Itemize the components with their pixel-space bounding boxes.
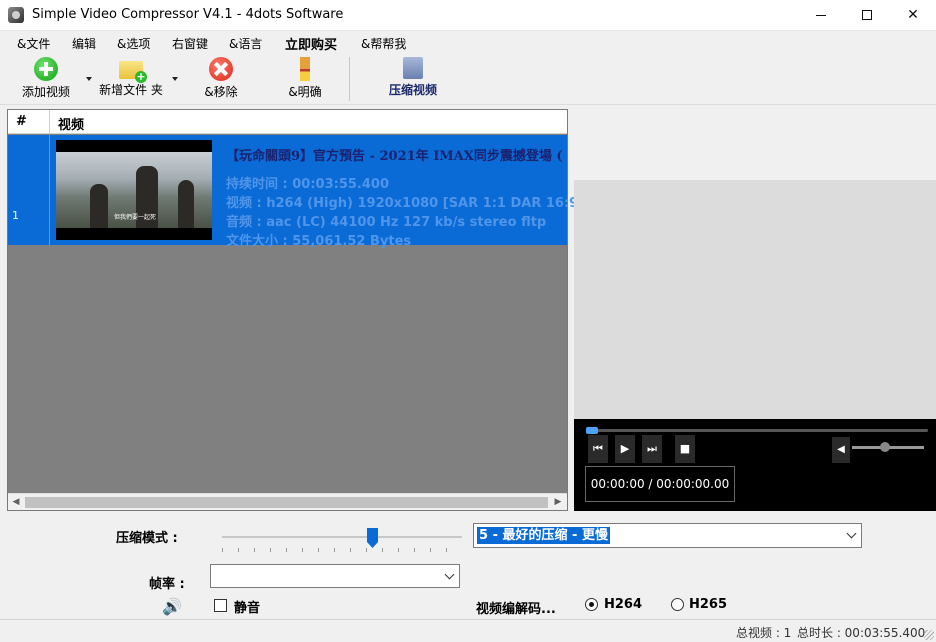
frame-rate-label: 帧率 : — [149, 577, 185, 592]
previous-button[interactable]: ⏮ — [588, 435, 608, 463]
toolbar-separator — [349, 57, 350, 101]
remove-icon — [209, 57, 233, 81]
thumbnail-figure — [178, 180, 194, 228]
add-icon — [34, 57, 58, 81]
frame-rate-select[interactable] — [210, 564, 460, 588]
add-video-dropdown-icon[interactable] — [86, 77, 92, 81]
window-title: Simple Video Compressor V4.1 - 4dots Sof… — [32, 7, 344, 22]
volume-button[interactable]: ◀ — [832, 437, 850, 463]
scroll-right-icon[interactable]: ▶ — [553, 497, 563, 507]
list-header: # 视频 — [8, 110, 567, 134]
thumbnail-subtitle: 但我們要一起死 — [114, 214, 157, 221]
compress-icon — [403, 57, 423, 79]
scrollbar-thumb[interactable] — [25, 497, 548, 508]
file-size: 文件大小 : 55,061.52 Bytes — [226, 234, 412, 249]
maximize-button[interactable] — [844, 0, 890, 30]
compression-slider[interactable] — [222, 536, 462, 538]
menu-bar: &文件 编辑 &选项 右窗键 &语言 立即购买 &帮帮我 — [0, 31, 936, 53]
menu-buy-now[interactable]: 立即购买 — [285, 34, 337, 53]
chevron-down-icon — [846, 528, 857, 539]
video-list[interactable]: # 视频 1 但我們要一起死 【玩命關頭9】官方預告 - 2021年 IMAX同… — [7, 109, 625, 511]
stop-button[interactable]: ■ — [675, 435, 695, 463]
column-video[interactable]: 视频 — [58, 114, 84, 133]
audio-stream-info: 音频 : aac (LC) 44100 Hz 127 kb/s stereo f… — [226, 215, 547, 230]
compression-mode-select[interactable]: 5 - 最好的压缩 - 更慢 — [473, 523, 862, 548]
codec-h265-label[interactable]: H265 — [689, 597, 727, 612]
maximize-icon — [862, 10, 872, 20]
speaker-icon: 🔊 — [162, 597, 182, 616]
skip-back-icon: ⏮ — [593, 442, 603, 455]
video-codec-label: 视频编解码... — [476, 602, 556, 617]
codec-h264-label[interactable]: H264 — [604, 597, 642, 612]
close-button[interactable]: ✕ — [890, 0, 936, 30]
horizontal-scrollbar[interactable]: ◀ ▶ — [8, 493, 567, 510]
compression-mode-value: 5 - 最好的压缩 - 更慢 — [477, 527, 610, 544]
status-total-duration: 总时长 : 00:03:55.400 — [797, 626, 926, 640]
menu-options[interactable]: &选项 — [117, 35, 150, 52]
close-icon: ✕ — [907, 7, 919, 23]
status-bar: 总视频 : 1 总时长 : 00:03:55.400 — [0, 619, 936, 642]
menu-help[interactable]: &帮帮我 — [361, 35, 406, 52]
title-bar: Simple Video Compressor V4.1 - 4dots Sof… — [0, 0, 936, 31]
app-icon — [8, 7, 24, 23]
column-divider — [49, 110, 50, 134]
minimize-icon — [816, 14, 826, 16]
time-display: 00:00:00 / 00:00:00.00 — [585, 466, 735, 502]
brush-icon — [300, 57, 310, 81]
add-folder-label: 新增文件 夹 — [99, 83, 163, 97]
play-icon: ▶ — [620, 442, 630, 455]
minimize-button[interactable] — [798, 0, 844, 30]
mute-label[interactable]: 静音 — [234, 597, 260, 616]
chevron-down-icon — [444, 569, 455, 580]
add-video-label: 添加视频 — [21, 85, 70, 99]
skip-forward-icon: ⏭ — [647, 442, 657, 455]
compression-slider-ticks — [222, 548, 462, 552]
menu-language[interactable]: &语言 — [229, 35, 262, 52]
remove-label: &移除 — [204, 85, 238, 99]
clear-label: &明确 — [288, 85, 322, 99]
codec-h264-radio[interactable] — [585, 598, 598, 611]
folder-add-icon — [119, 61, 147, 83]
video-player: ⏮ ▶ ⏭ ■ 00:00:00 / 00:00:00.00 ◀ — [574, 419, 936, 511]
seek-knob[interactable] — [586, 427, 598, 434]
row-divider — [49, 135, 50, 245]
thumbnail-figure — [90, 184, 108, 228]
add-video-button[interactable]: 添加视频 — [18, 55, 74, 103]
menu-right-click[interactable]: 右窗键 — [172, 35, 208, 52]
play-button[interactable]: ▶ — [615, 435, 635, 463]
add-folder-button[interactable]: 新增文件 夹 — [96, 55, 166, 103]
stop-icon: ■ — [679, 442, 691, 455]
video-thumbnail: 但我們要一起死 — [56, 140, 212, 240]
compression-mode-label: 压缩模式 : — [116, 531, 178, 546]
scroll-left-icon[interactable]: ◀ — [11, 497, 21, 507]
volume-knob[interactable] — [880, 442, 890, 452]
clear-button[interactable]: &明确 — [282, 55, 328, 103]
resize-grip-icon[interactable] — [924, 630, 934, 640]
mute-checkbox[interactable] — [214, 599, 227, 612]
video-duration: 持续时间 : 00:03:55.400 — [226, 177, 389, 192]
toolbar: 添加视频 新增文件 夹 &移除 &明确 压缩视频 — [0, 53, 936, 105]
volume-icon: ◀ — [837, 444, 845, 455]
remove-button[interactable]: &移除 — [198, 55, 244, 103]
video-stream-info: 视频 : h264 (High) 1920x1080 [SAR 1:1 DAR … — [226, 196, 625, 211]
codec-h265-radio[interactable] — [671, 598, 684, 611]
menu-file[interactable]: &文件 — [17, 35, 50, 52]
next-button[interactable]: ⏭ — [642, 435, 662, 463]
compress-video-button[interactable]: 压缩视频 — [376, 55, 450, 103]
row-number: 1 — [12, 209, 19, 222]
seek-bar[interactable] — [586, 427, 928, 434]
compression-slider-thumb[interactable] — [367, 528, 378, 548]
status-video-count: 总视频 : 1 — [736, 626, 792, 640]
compress-label: 压缩视频 — [388, 83, 437, 97]
preview-header — [574, 110, 936, 180]
column-number[interactable]: # — [16, 114, 27, 129]
volume-slider[interactable] — [852, 442, 924, 452]
add-folder-dropdown-icon[interactable] — [172, 77, 178, 81]
video-title: 【玩命關頭9】官方預告 - 2021年 IMAX同步震撼登場 ( — [226, 149, 563, 164]
menu-edit[interactable]: 编辑 — [72, 35, 96, 52]
table-row[interactable]: 1 但我們要一起死 【玩命關頭9】官方預告 - 2021年 IMAX同步震撼登場… — [8, 135, 625, 249]
preview-area — [574, 110, 936, 420]
